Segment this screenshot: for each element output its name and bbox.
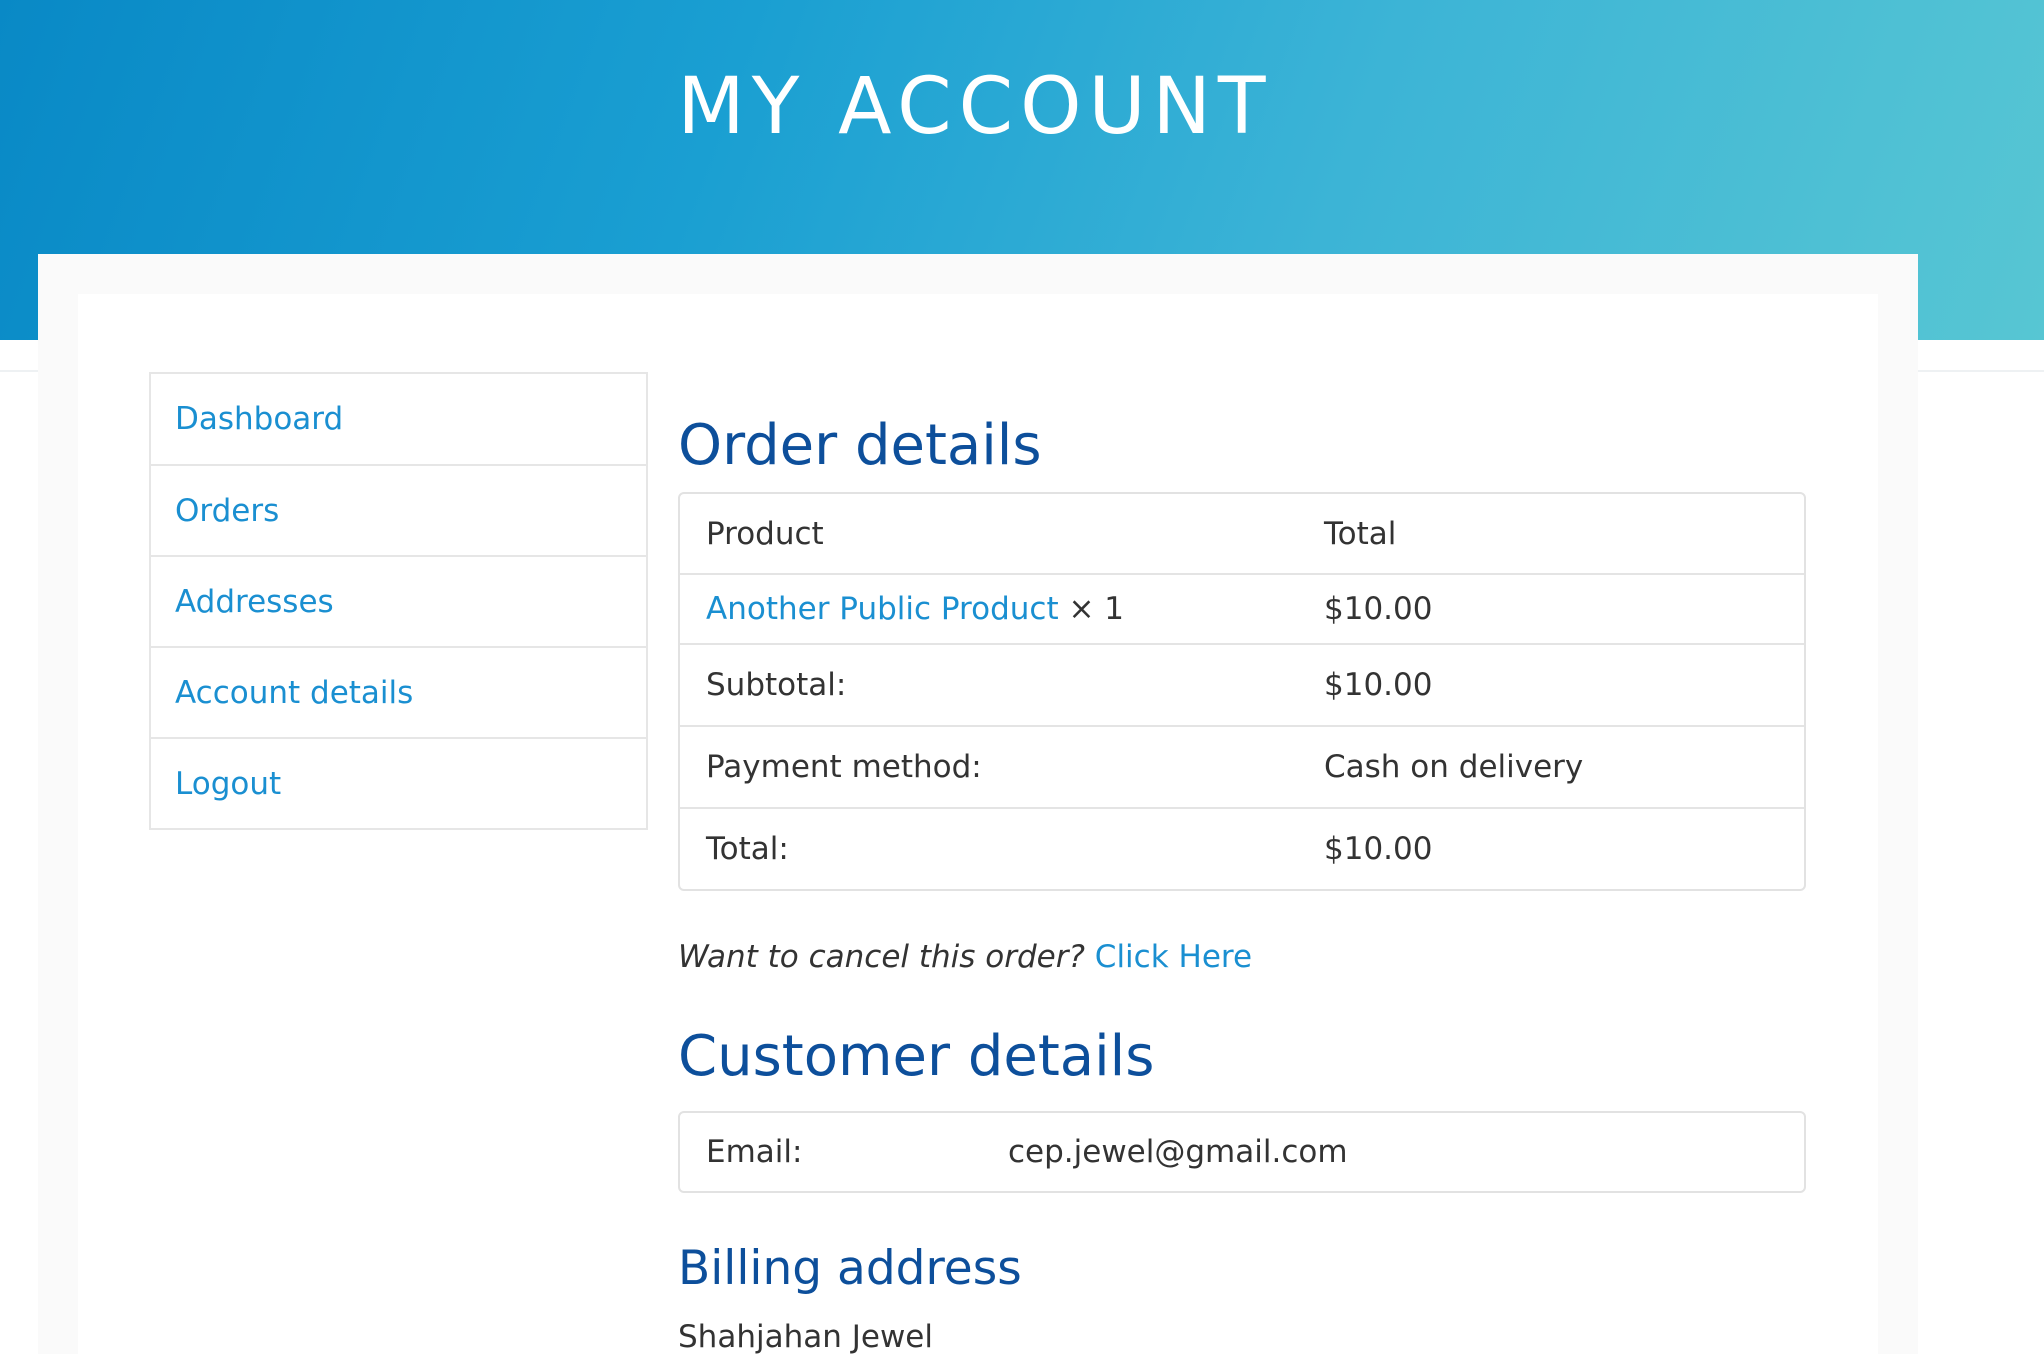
table-row: Another Public Product × 1 $10.00 [680,573,1804,643]
billing-name: Shahjahan Jewel [678,1319,933,1355]
table-header-row: Product Total [680,494,1804,573]
sidebar-item-account-details[interactable]: Account details [151,646,646,737]
email-value: cep.jewel@gmail.com [1008,1134,1348,1170]
billing-address-heading: Billing address [678,1241,1022,1296]
customer-details-heading: Customer details [678,1024,1155,1089]
subtotal-label: Subtotal: [706,667,847,703]
sidebar-item-addresses[interactable]: Addresses [151,555,646,646]
payment-method-value: Cash on delivery [1324,749,1584,785]
product-cell: Another Public Product × 1 [680,591,1324,627]
sidebar-item-orders[interactable]: Orders [151,464,646,555]
cancel-order-notice: Want to cancel this order? Click Here [678,939,1806,979]
account-navigation: Dashboard Orders Addresses Account detai… [149,372,648,830]
subtotal-row: Subtotal: $10.00 [680,643,1804,725]
sidebar-item-dashboard[interactable]: Dashboard [151,374,646,464]
subtotal-value: $10.00 [1324,667,1433,703]
total-label: Total: [706,831,789,867]
product-quantity: × 1 [1068,591,1125,627]
order-details-heading: Order details [678,413,1042,478]
total-row: Total: $10.00 [680,807,1804,889]
email-label: Email: [706,1134,803,1170]
payment-method-row: Payment method: Cash on delivery [680,725,1804,807]
order-details-table: Product Total Another Public Product × 1… [678,492,1806,891]
page-title: MY ACCOUNT [677,62,1273,152]
payment-method-label: Payment method: [706,749,982,785]
product-link[interactable]: Another Public Product [706,591,1059,627]
sidebar-item-logout[interactable]: Logout [151,737,646,828]
main-content: Order details Product Total Another Publ… [678,400,1806,1355]
column-header-product: Product [706,515,824,552]
customer-details-table: Email: cep.jewel@gmail.com [678,1111,1806,1193]
cancel-order-prompt: Want to cancel this order? [678,939,1085,975]
total-value: $10.00 [1324,831,1433,867]
cancel-order-link[interactable]: Click Here [1095,939,1252,975]
column-header-total: Total [1324,515,1397,552]
product-total: $10.00 [1324,591,1433,627]
